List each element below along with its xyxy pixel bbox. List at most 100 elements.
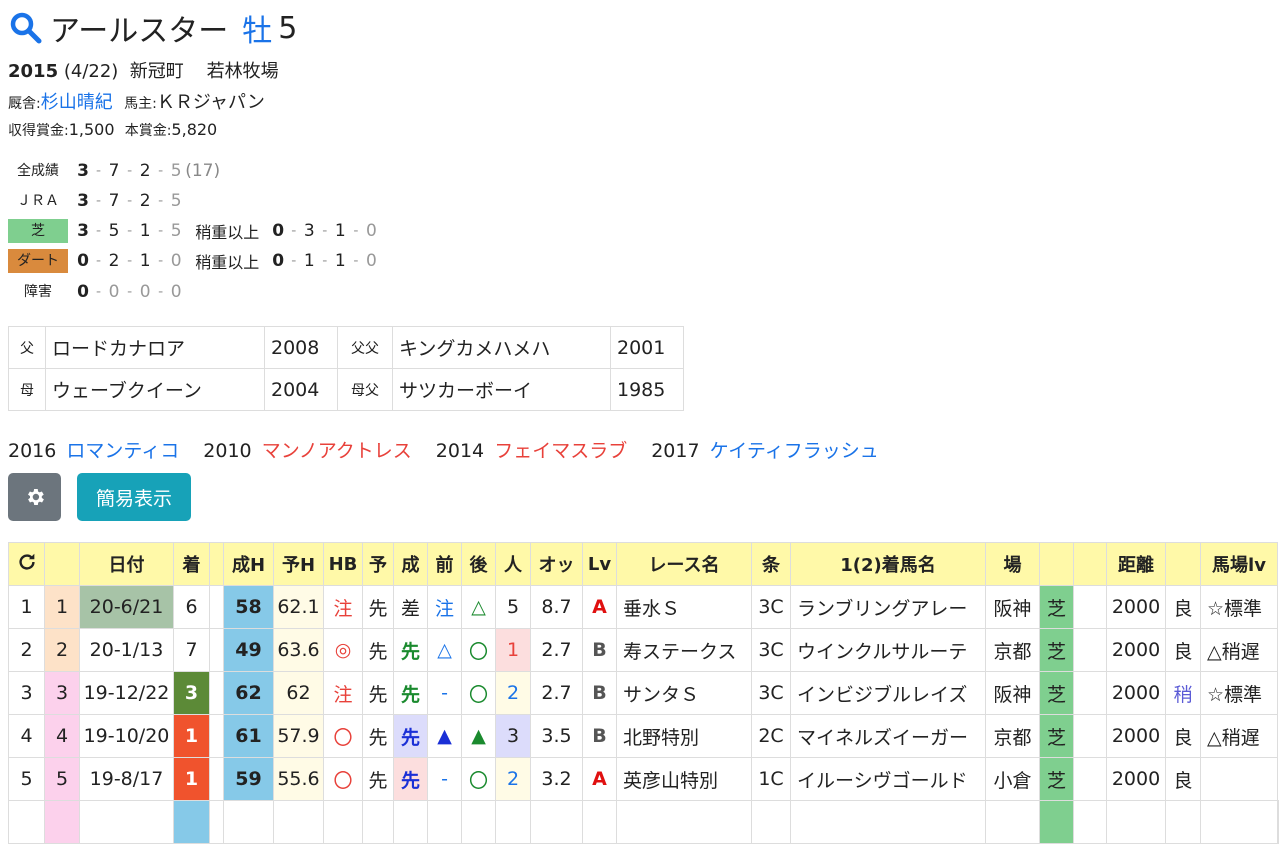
front-mark: - — [427, 757, 462, 801]
rear-mark: 〇 — [461, 671, 496, 715]
header-refresh[interactable] — [8, 542, 45, 586]
horse-name: アールスター — [50, 14, 229, 49]
winner-name[interactable]: マイネルズイーガー — [790, 714, 986, 758]
finish-position: 1 — [173, 714, 210, 758]
refresh-icon[interactable] — [16, 551, 38, 573]
record-separator: - — [127, 253, 133, 269]
spacer-cell — [1073, 671, 1107, 715]
column-header[interactable]: 成 — [393, 542, 428, 586]
sibling-link[interactable]: フェイマスラブ — [494, 440, 627, 462]
table-cell — [223, 800, 274, 844]
race-name[interactable]: サンタＳ — [616, 671, 752, 715]
winner-name[interactable]: ランブリングアレー — [790, 585, 986, 629]
winner-name[interactable]: イルーシヴゴールド — [790, 757, 986, 801]
front-mark: - — [427, 671, 462, 715]
column-header[interactable]: 後 — [461, 542, 496, 586]
table-row[interactable]: 1 1 20-6/21 6 58 62.1 注先差注 △ 5 8.7 A 垂水Ｓ 3C ランブリングアレー… — [8, 585, 1279, 629]
record-separator: - — [127, 284, 133, 300]
owner-name: ＫＲジャパン — [156, 92, 265, 113]
record-separator: - — [96, 284, 102, 300]
pedigree-row: 父 ロードカナロア 2008 父父 キングカメハメハ 2001 — [8, 326, 684, 369]
column-header[interactable] — [44, 542, 80, 586]
race-name[interactable]: 北野特別 — [616, 714, 752, 758]
winner-name[interactable]: インビジブルレイズ — [790, 671, 986, 715]
odds: 3.2 — [530, 757, 583, 801]
column-header[interactable] — [1165, 542, 1201, 586]
venue: 京都 — [985, 714, 1040, 758]
record-label: 芝 — [8, 219, 68, 243]
column-header[interactable]: 条 — [751, 542, 791, 586]
record-label: ＪＲＡ — [17, 193, 59, 209]
hb-mark: 〇 — [323, 757, 363, 801]
distance: 2000 — [1106, 714, 1166, 758]
winner-name[interactable]: ウインクルサルーテ — [790, 628, 986, 672]
column-header[interactable]: 場 — [985, 542, 1040, 586]
column-header[interactable] — [209, 542, 224, 586]
spacer-cell — [1073, 628, 1107, 672]
predicted-handicap: 57.9 — [273, 714, 324, 758]
table-row[interactable] — [8, 800, 1279, 844]
trainer-link[interactable]: 杉山晴紀 — [41, 92, 113, 113]
column-header[interactable]: 1(2)着馬名 — [790, 542, 986, 586]
predicted-handicap: 63.6 — [273, 628, 324, 672]
record-label: 全成績 — [17, 163, 59, 179]
venue: 京都 — [985, 628, 1040, 672]
actual-style: 先 — [393, 628, 428, 672]
race-class: 1C — [751, 757, 791, 801]
table-row[interactable]: 4 4 19-10/20 1 61 57.9 〇先先 ▲ ▲ 3 3.5 B 北野特別 2C マイネルズイー… — [8, 714, 1279, 758]
record-count: 0 — [170, 282, 182, 302]
column-header[interactable]: Lv — [582, 542, 617, 586]
breeder: 若林牧場 — [206, 61, 279, 82]
row-number: 2 — [8, 628, 45, 672]
sibling-year: 2017 — [651, 440, 706, 462]
table-cell — [427, 800, 462, 844]
predicted-style: 先 — [362, 671, 394, 715]
race-name[interactable]: 垂水Ｓ — [616, 585, 752, 629]
sibling-link[interactable]: ロマンティコ — [66, 440, 179, 462]
column-header[interactable] — [1039, 542, 1074, 586]
record-count: 2 — [139, 191, 151, 211]
table-header-row: 日付着成H 予H HB 予成前後人オッ Lv レース名条 1(2)着馬名場 距離 馬場lv — [8, 542, 1279, 586]
surface: 芝 — [1039, 714, 1074, 758]
table-row[interactable]: 5 5 19-8/17 1 59 55.6 〇先先 - 〇 2 3.2 A 英彦山特別 1C イルーシヴゴー… — [8, 757, 1279, 801]
race-name[interactable]: 英彦山特別 — [616, 757, 752, 801]
column-header[interactable]: 成H — [223, 542, 274, 586]
actual-style: 先 — [393, 757, 428, 801]
result-handicap: 58 — [223, 585, 274, 629]
record-count: 7 — [108, 191, 120, 211]
column-header[interactable]: 人 — [495, 542, 531, 586]
column-header[interactable] — [1073, 542, 1107, 586]
column-header[interactable]: HB — [323, 542, 363, 586]
column-header[interactable]: 日付 — [79, 542, 174, 586]
settings-button[interactable] — [8, 473, 61, 521]
table-row[interactable]: 3 3 19-12/22 3 62 62 注先先 - 〇 2 2.7 B サンタＳ 3C インビジブルレイズ… — [8, 671, 1279, 715]
table-cell — [582, 800, 617, 844]
column-header[interactable]: 予 — [362, 542, 394, 586]
trainer-label: 厩舎: — [8, 96, 41, 112]
sibling-link[interactable]: マンノアクトレス — [262, 440, 412, 462]
column-header[interactable]: 馬場lv — [1200, 542, 1278, 586]
rear-mark: ▲ — [461, 714, 496, 758]
column-header[interactable]: 距離 — [1106, 542, 1166, 586]
record-count: 0 — [272, 221, 285, 241]
column-header[interactable]: 前 — [427, 542, 462, 586]
search-icon[interactable] — [8, 10, 44, 46]
heavy-track-label: 稍重以上 — [195, 253, 260, 272]
simple-view-button[interactable]: 簡易表示 — [77, 473, 191, 521]
column-header[interactable]: レース名 — [616, 542, 752, 586]
record-count: 2 — [139, 161, 151, 181]
table-row[interactable]: 2 2 20-1/13 7 49 63.6 ◎ 先先 △ 〇 1 2.7 B 寿ステークス 3C ウインクルサ… — [8, 628, 1279, 672]
column-header[interactable]: 着 — [173, 542, 210, 586]
distance: 2000 — [1106, 628, 1166, 672]
race-level: A — [582, 585, 617, 629]
race-class: 2C — [751, 714, 791, 758]
actual-style: 差 — [393, 585, 428, 629]
dam-key: 母 — [8, 368, 46, 411]
row-number: 3 — [8, 671, 45, 715]
predicted-handicap: 62.1 — [273, 585, 324, 629]
prize-value: 5,820 — [171, 120, 218, 139]
sibling-link[interactable]: ケイティフラッシュ — [710, 440, 879, 462]
column-header[interactable]: 予H — [273, 542, 324, 586]
column-header[interactable]: オッ — [530, 542, 583, 586]
race-name[interactable]: 寿ステークス — [616, 628, 752, 672]
